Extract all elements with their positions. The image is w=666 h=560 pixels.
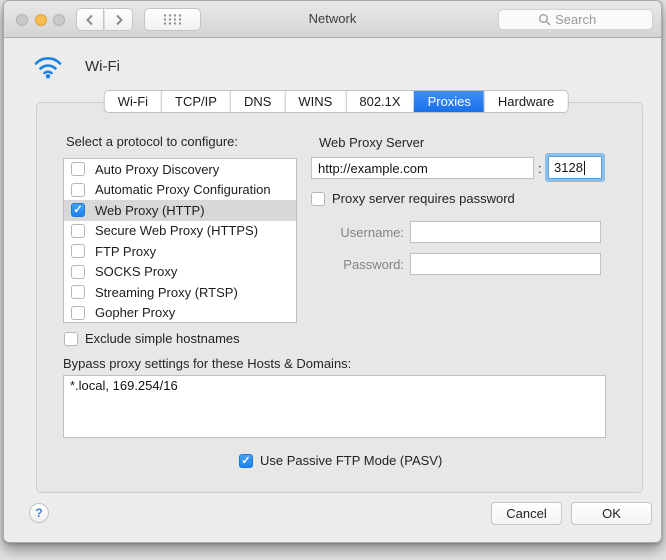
wifi-icon [33,54,63,79]
screen: Network [0,0,666,560]
password-input[interactable] [410,253,601,275]
protocol-label: Auto Proxy Discovery [95,162,219,177]
protocol-checkbox[interactable] [71,244,85,258]
proxy-port-input[interactable]: 3128 [548,156,602,179]
requires-password-row[interactable]: Proxy server requires password [311,191,515,206]
exclude-hostnames-label: Exclude simple hostnames [85,331,240,346]
requires-password-label: Proxy server requires password [332,191,515,206]
protocol-label: SOCKS Proxy [95,264,177,279]
web-proxy-server-heading: Web Proxy Server [319,135,424,150]
protocol-checkbox[interactable] [71,183,85,197]
protocol-row[interactable]: Automatic Proxy Configuration [64,180,296,201]
bypass-textarea[interactable]: *.local, 169.254/16 [63,375,606,438]
tab-label: WINS [298,94,332,109]
tab-label: 802.1X [359,94,400,109]
tab[interactable]: 802.1X [345,91,413,112]
connection-name: Wi-Fi [85,58,120,75]
protocol-label: Gopher Proxy [95,305,175,320]
bypass-label: Bypass proxy settings for these Hosts & … [63,356,351,371]
passive-ftp-checkbox[interactable] [239,454,253,468]
tab-bar: Wi-Fi TCP/IP DNS WINS 802.1X Proxies Hardware [104,90,569,113]
protocol-row[interactable]: Web Proxy (HTTP) [64,200,296,221]
tab-label: TCP/IP [175,94,217,109]
protocol-label: Automatic Proxy Configuration [95,182,271,197]
protocol-row[interactable]: FTP Proxy [64,241,296,262]
protocol-checkbox[interactable] [71,203,85,217]
text-caret [584,161,585,175]
title-bar: Network [4,1,661,38]
passive-ftp-row[interactable]: Use Passive FTP Mode (PASV) [239,453,442,468]
protocol-row[interactable]: SOCKS Proxy [64,262,296,283]
tab[interactable]: TCP/IP [161,91,230,112]
search-field[interactable] [498,9,653,30]
ok-button[interactable]: OK [571,502,652,525]
help-button[interactable]: ? [29,503,49,523]
username-label: Username: [309,225,404,240]
tab[interactable]: DNS [230,91,284,112]
username-input[interactable] [410,221,601,243]
protocol-checkbox[interactable] [71,224,85,238]
exclude-hostnames-checkbox[interactable] [64,332,78,346]
protocol-row[interactable]: Streaming Proxy (RTSP) [64,282,296,303]
protocol-checkbox[interactable] [71,265,85,279]
protocol-checkbox[interactable] [71,285,85,299]
cancel-button[interactable]: Cancel [491,502,562,525]
tab-label: Wi-Fi [118,94,148,109]
tab-label: Hardware [498,94,554,109]
tab-label: DNS [244,94,271,109]
protocol-listbox[interactable]: Auto Proxy Discovery Automatic Proxy Con… [63,158,297,323]
password-label: Password: [309,257,404,272]
protocol-checkbox[interactable] [71,162,85,176]
protocol-list-label: Select a protocol to configure: [66,134,238,149]
proxy-address-input[interactable] [311,157,534,179]
protocol-row[interactable]: Secure Web Proxy (HTTPS) [64,221,296,242]
exclude-hostnames-row[interactable]: Exclude simple hostnames [64,331,240,346]
protocol-label: Streaming Proxy (RTSP) [95,285,238,300]
network-preferences-window: Network [3,0,662,543]
passive-ftp-label: Use Passive FTP Mode (PASV) [260,453,442,468]
tab[interactable]: WINS [284,91,345,112]
tab[interactable]: Hardware [484,91,567,112]
tab[interactable]: Wi-Fi [105,91,161,112]
protocol-label: FTP Proxy [95,244,156,259]
protocol-row[interactable]: Auto Proxy Discovery [64,159,296,180]
requires-password-checkbox[interactable] [311,192,325,206]
tab[interactable]: Proxies [414,91,484,112]
protocol-label: Secure Web Proxy (HTTPS) [95,223,258,238]
protocol-checkbox[interactable] [71,306,85,320]
search-icon [538,13,551,26]
protocol-label: Web Proxy (HTTP) [95,203,205,218]
search-input[interactable] [555,12,613,27]
protocol-row[interactable]: Gopher Proxy [64,303,296,324]
proxy-port-value: 3128 [554,160,583,175]
tab-label: Proxies [428,94,471,109]
port-separator: : [538,161,542,176]
